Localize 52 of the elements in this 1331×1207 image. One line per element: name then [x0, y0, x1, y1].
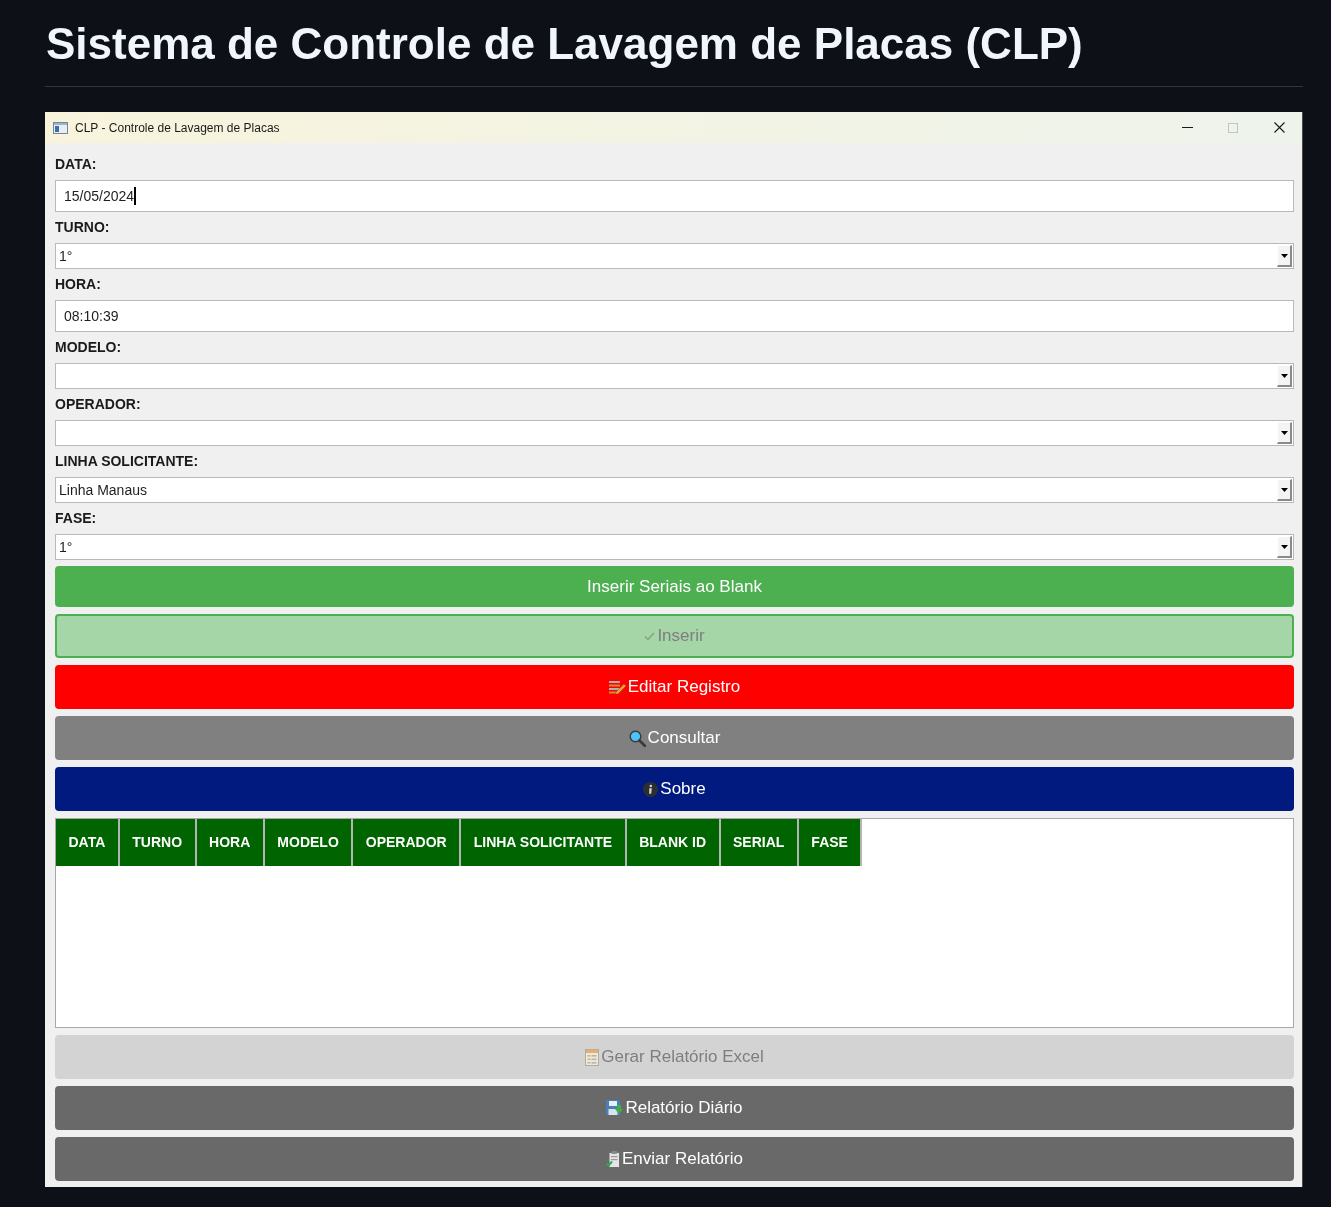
edit-record-button[interactable]: Editar Registro — [55, 665, 1294, 709]
minimize-icon — [1181, 127, 1193, 128]
insert-serials-button[interactable]: Inserir Seriais ao Blank — [55, 566, 1294, 607]
column-header: TURNO — [119, 819, 197, 866]
caret-down-icon — [1280, 544, 1288, 549]
column-header: OPERADOR — [353, 819, 462, 866]
column-header: FASE — [798, 819, 863, 866]
text-field[interactable]: 08:10:39 — [55, 300, 1294, 332]
page-heading: Sistema de Controle de Lavagem de Placas (CLP) — [46, 18, 1083, 70]
dropdown-button[interactable] — [1277, 479, 1292, 501]
field-label: FASE: — [55, 509, 97, 528]
dropdown-button[interactable] — [1277, 422, 1292, 444]
notepad-pencil-icon — [608, 680, 626, 694]
maximize-icon — [1228, 122, 1238, 133]
spreadsheet-icon — [585, 1048, 600, 1066]
caret-down-icon — [1280, 487, 1288, 492]
text-field[interactable]: 15/05/2024 — [55, 180, 1294, 212]
field-label: MODELO: — [55, 338, 122, 357]
field-label: DATA: — [55, 155, 97, 174]
field-label: LINHA SOLICITANTE: — [55, 452, 199, 471]
caret-down-icon — [1280, 430, 1288, 435]
dropdown-field[interactable]: 1° — [55, 243, 1294, 269]
close-icon — [1273, 122, 1285, 133]
clipboard-check-icon — [606, 1150, 620, 1168]
dropdown-field[interactable]: 1° — [55, 534, 1294, 560]
dropdown-field[interactable] — [55, 363, 1294, 389]
send-report-button[interactable]: Enviar Relatório — [55, 1137, 1294, 1181]
column-header: MODELO — [264, 819, 354, 866]
dropdown-field[interactable] — [55, 420, 1294, 446]
column-header: LINHA SOLICITANTE — [461, 819, 627, 866]
caret-down-icon — [1280, 253, 1288, 258]
dropdown-button[interactable] — [1277, 536, 1292, 558]
floppy-disk-download-icon — [606, 1100, 624, 1116]
field-label: OPERADOR: — [55, 395, 141, 414]
field-label: HORA: — [55, 275, 101, 294]
column-header: HORA — [196, 819, 265, 866]
info-icon — [643, 781, 659, 797]
window-title: CLP - Controle de Lavagem de Placas — [75, 119, 280, 137]
daily-report-button[interactable]: Relatório Diário — [55, 1086, 1294, 1130]
caret-down-icon — [1280, 373, 1288, 378]
about-button[interactable]: Sobre — [55, 767, 1294, 811]
column-header: SERIAL — [720, 819, 799, 866]
column-header: BLANK ID — [626, 819, 721, 866]
search-icon — [628, 729, 646, 747]
dropdown-button[interactable] — [1277, 365, 1292, 387]
column-header: DATA — [56, 819, 120, 866]
checkmark-icon — [644, 631, 656, 641]
app-window-icon — [53, 121, 68, 134]
consult-button[interactable]: Consultar — [55, 716, 1294, 760]
dropdown-button[interactable] — [1277, 245, 1292, 267]
field-label: TURNO: — [55, 218, 110, 237]
dropdown-field[interactable]: Linha Manaus — [55, 477, 1294, 503]
